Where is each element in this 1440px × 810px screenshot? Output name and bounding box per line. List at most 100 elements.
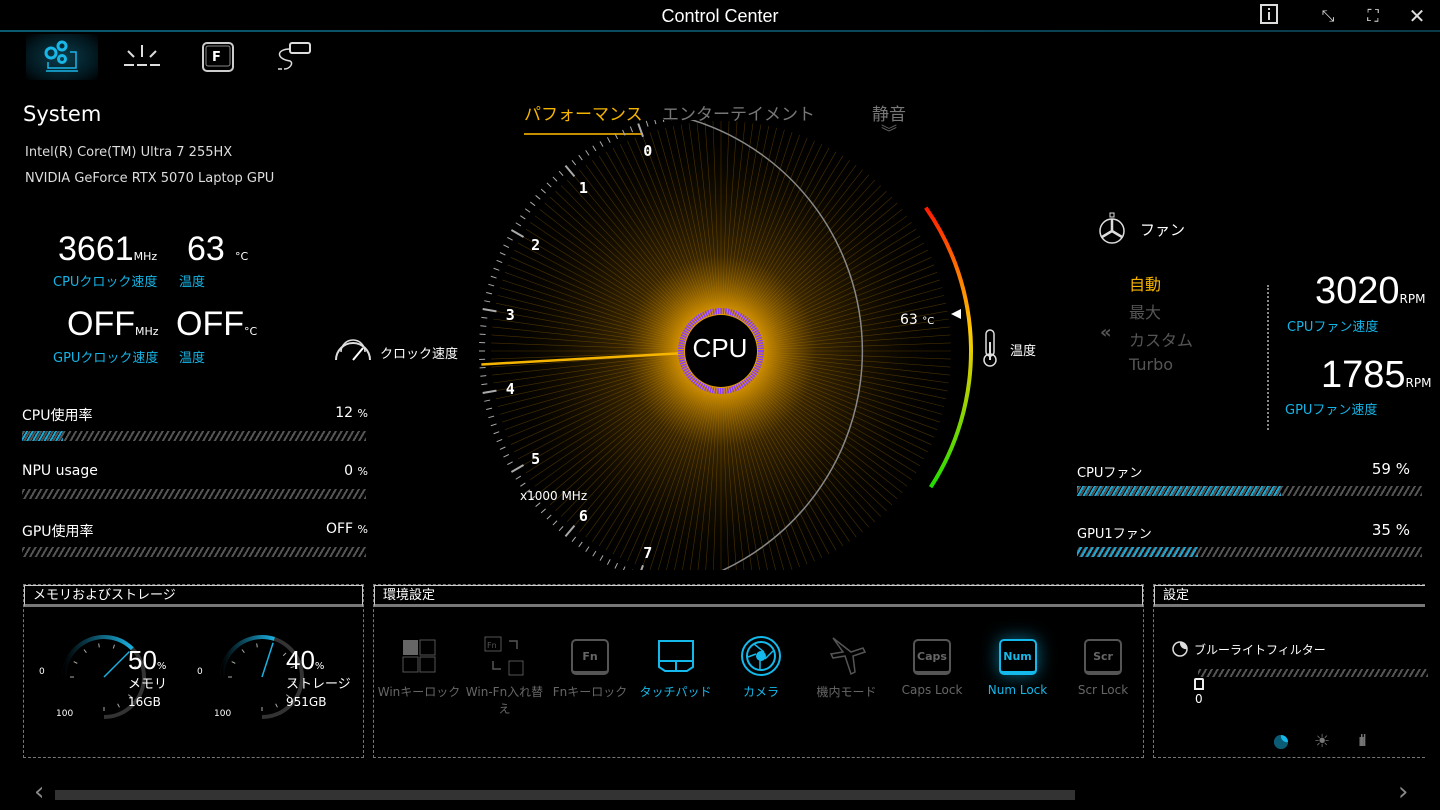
nav-battery[interactable]: [258, 34, 330, 80]
env-icon-5: [827, 636, 867, 679]
gauge-min: 0: [39, 667, 45, 677]
gpu-temp-unit: °C: [243, 325, 258, 338]
env-toggle[interactable]: タッチパッド: [633, 635, 719, 700]
gauge-percent: 40: [286, 645, 315, 675]
fan-divider: [1267, 285, 1269, 430]
fan-heading: ファン: [1140, 221, 1186, 239]
gpu-clock: OFFMHz: [67, 305, 159, 344]
scroll-left-button[interactable]: ‹: [34, 779, 44, 805]
env-toggle-label: カメラ: [742, 685, 779, 699]
fan-mode-option[interactable]: カスタム: [1129, 327, 1193, 351]
panel-heading: 設定: [1154, 585, 1425, 607]
cpu-temp-value: 63: [187, 230, 225, 268]
scale-tick-label: 6: [579, 507, 588, 525]
env-toggle-label: Fnキーロック: [552, 685, 628, 699]
gauge-size: 16GB: [128, 695, 161, 709]
usage-label: GPU使用率: [22, 524, 94, 540]
env-toggle[interactable]: Fn Win-Fn入れ替え: [462, 635, 548, 717]
blue-light-label: ブルーライトフィルター: [1194, 643, 1326, 657]
blue-light-mode-icon[interactable]: [1272, 733, 1290, 755]
restore-button[interactable]: ⤡: [1315, 4, 1341, 28]
nav-function-key[interactable]: F: [182, 34, 254, 80]
function-key-icon: F: [202, 42, 234, 72]
gpu-clock-unit: MHz: [134, 325, 159, 338]
environment-panel: 環境設定 Winキーロック Fn Win-Fn入れ替え Fn Fnキーロック タッチパッド…: [373, 584, 1144, 758]
scale-tick-label: 0: [643, 142, 652, 160]
fan-bar-value: 35 %: [1371, 521, 1410, 539]
cpu-name: Intel(R) Core(TM) Ultra 7 255HX: [25, 145, 233, 160]
info-button[interactable]: [1256, 4, 1282, 28]
fan-bar: [1077, 486, 1422, 496]
gauge-max: 100: [56, 709, 74, 719]
env-icon-3: [657, 639, 695, 676]
cpu-temp-label: 温度: [179, 275, 206, 290]
clock-speed-label: クロック速度: [380, 347, 459, 362]
env-toggle[interactable]: 機内モード: [804, 635, 890, 700]
gpu-temp-value: OFF: [176, 305, 244, 343]
cpu-clock-label: CPUクロック速度: [53, 275, 158, 290]
fullscreen-button[interactable]: ⛶: [1360, 4, 1386, 28]
rpm-unit: RPM: [1399, 292, 1426, 306]
env-toggle[interactable]: Caps Caps Lock: [889, 635, 975, 697]
blue-light-icon: [1172, 641, 1188, 661]
memory-storage-panel: メモリおよびストレージ 0 100 50% メモリ 16GB 0 100 40% ストレージ 95…: [23, 584, 364, 758]
chevron-left-double-icon[interactable]: «: [1100, 322, 1112, 343]
usage-bar: [22, 547, 366, 557]
env-toggle[interactable]: Scr Scr Lock: [1060, 635, 1146, 697]
gpu-temp: OFF°C: [176, 305, 257, 344]
fn-key-icon: Fn: [571, 639, 609, 675]
rpm-unit: RPM: [1405, 376, 1432, 390]
env-toggle-label: Win-Fn入れ替え: [465, 685, 544, 716]
gpu-clock-value: OFF: [67, 305, 135, 343]
scale-tick-label: 7: [643, 544, 652, 562]
env-toggle[interactable]: Fn Fnキーロック: [547, 635, 633, 700]
env-toggle[interactable]: Winキーロック: [376, 635, 462, 700]
settings-panel: 設定 ブルーライトフィルター 0 ☀ ılıl: [1153, 584, 1428, 758]
fan-bar: [1077, 547, 1422, 557]
blue-light-slider[interactable]: [1198, 669, 1428, 677]
env-toggle-label: タッチパッド: [639, 685, 712, 699]
slider-handle[interactable]: [1194, 678, 1204, 690]
env-toggle-label: Caps Lock: [901, 683, 963, 697]
usage-bar: [22, 489, 366, 499]
env-toggle-label: Num Lock: [987, 683, 1048, 697]
usage-label: CPU使用率: [22, 408, 93, 424]
fan-icon: [1095, 212, 1129, 250]
num-key-icon: Num: [998, 639, 1037, 675]
gpu-name: NVIDIA GeForce RTX 5070 Laptop GPU: [25, 171, 275, 186]
scale-tick-label: 4: [506, 380, 515, 398]
blue-light-value: 0: [1195, 692, 1203, 706]
cpu-clock-unit: MHz: [133, 250, 158, 263]
nav-system[interactable]: [26, 34, 98, 80]
nav-lighting[interactable]: [106, 34, 178, 80]
env-toggle[interactable]: Num Num Lock: [975, 635, 1061, 697]
fan-mode-option[interactable]: 最大: [1129, 299, 1161, 323]
horizontal-scrollbar[interactable]: [55, 790, 1075, 800]
gauge-size: 951GB: [286, 695, 327, 709]
gpu-clock-label: GPUクロック速度: [53, 351, 159, 366]
gauge-center-label: CPU: [692, 333, 748, 363]
scale-tick: [480, 325, 487, 327]
gauge-label: メモリ: [128, 677, 168, 692]
close-button[interactable]: ✕: [1404, 4, 1430, 28]
audio-wave-icon[interactable]: ılıl: [1358, 731, 1367, 750]
caps-key-icon: Caps: [913, 639, 951, 675]
fan-bar-value: 59 %: [1371, 460, 1410, 478]
cpu-fan-rpm: 3020: [1315, 270, 1400, 312]
gauge-max: 100: [214, 709, 232, 719]
cpu-fan-speed-label: CPUファン速度: [1287, 320, 1379, 335]
gauge-unit: %: [156, 661, 167, 672]
brightness-icon[interactable]: ☀: [1314, 731, 1330, 752]
fan-mode-option[interactable]: Turbo: [1129, 355, 1173, 374]
fan-mode-option[interactable]: 自動: [1129, 271, 1161, 295]
battery-power-icon: [278, 42, 311, 70]
svg-text:F: F: [212, 50, 221, 65]
panel-heading: 環境設定: [374, 585, 1143, 607]
scale-tick-label: 2: [531, 236, 540, 254]
gpu-fan-rpm: 1785: [1321, 354, 1406, 396]
gpu-temp-label: 温度: [179, 351, 206, 366]
env-toggle[interactable]: カメラ: [718, 635, 804, 700]
scale-tick-label: 1: [579, 179, 588, 197]
scroll-right-button[interactable]: ›: [1398, 779, 1408, 805]
cpu-clock: 3661MHz: [58, 230, 157, 269]
